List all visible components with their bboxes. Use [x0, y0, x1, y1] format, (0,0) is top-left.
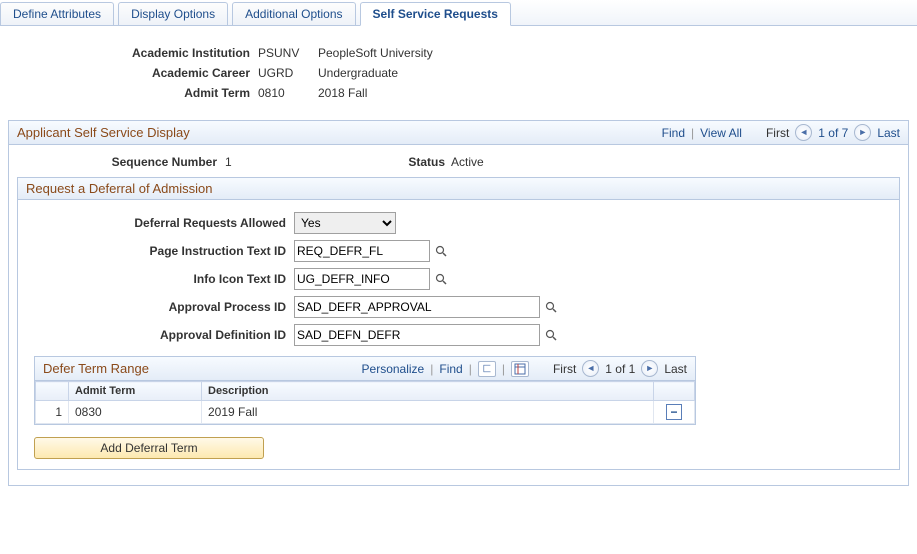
row-counter[interactable]: 1 of 7	[818, 126, 848, 140]
approval-process-input[interactable]	[294, 296, 540, 318]
grid-prev-arrow-icon[interactable]: ◄	[582, 360, 599, 377]
defer-term-table: Admit Term Description 1 0830 2019 Fall …	[35, 381, 695, 424]
approval-process-label: Approval Process ID	[26, 300, 294, 314]
status-label: Status	[385, 155, 451, 169]
grid-title: Defer Term Range	[43, 361, 149, 376]
lookup-icon[interactable]	[434, 272, 448, 286]
tab-define-attributes[interactable]: Define Attributes	[0, 2, 114, 25]
lookup-icon[interactable]	[544, 328, 558, 342]
approval-definition-label: Approval Definition ID	[26, 328, 294, 342]
grid-personalize-link[interactable]: Personalize	[362, 362, 425, 376]
admit-term-label: Admit Term	[10, 86, 258, 100]
last-link[interactable]: Last	[877, 126, 900, 140]
deferral-section-title: Request a Deferral of Admission	[17, 177, 900, 200]
tab-additional-options[interactable]: Additional Options	[232, 2, 355, 25]
download-icon[interactable]	[511, 361, 529, 377]
section-nav: Find | View All First ◄ 1 of 7 ► Last	[662, 124, 900, 141]
status-value: Active	[451, 155, 484, 169]
add-deferral-term-button[interactable]: Add Deferral Term	[34, 437, 264, 459]
find-link[interactable]: Find	[662, 126, 685, 140]
col-admit-term[interactable]: Admit Term	[69, 382, 202, 401]
view-all-link[interactable]: View All	[700, 126, 742, 140]
career-name: Undergraduate	[318, 66, 398, 80]
lookup-icon[interactable]	[544, 300, 558, 314]
admit-term-name: 2018 Fall	[318, 86, 367, 100]
col-description[interactable]: Description	[202, 382, 654, 401]
section-body: Sequence Number 1 Status Active Request …	[8, 145, 909, 486]
deferral-form: Deferral Requests Allowed Yes Page Instr…	[17, 200, 900, 470]
info-icon-label: Info Icon Text ID	[26, 272, 294, 286]
grid-last: Last	[664, 362, 687, 376]
approval-definition-input[interactable]	[294, 324, 540, 346]
section-title: Applicant Self Service Display	[17, 125, 190, 140]
tab-display-options[interactable]: Display Options	[118, 2, 228, 25]
page-instruction-label: Page Instruction Text ID	[26, 244, 294, 258]
institution-name: PeopleSoft University	[318, 46, 433, 60]
delete-row-icon[interactable]: −	[666, 404, 682, 420]
info-icon-input[interactable]	[294, 268, 430, 290]
grid-next-arrow-icon[interactable]: ►	[641, 360, 658, 377]
section-header: Applicant Self Service Display Find | Vi…	[8, 120, 909, 145]
career-label: Academic Career	[10, 66, 258, 80]
grid-find-link[interactable]: Find	[439, 362, 462, 376]
row-number: 1	[36, 401, 69, 424]
admit-term-code: 0810	[258, 86, 318, 100]
row-admit-term: 0830	[69, 401, 202, 424]
sequence-number-label: Sequence Number	[17, 155, 225, 169]
page-instruction-input[interactable]	[294, 240, 430, 262]
prev-arrow-icon[interactable]: ◄	[795, 124, 812, 141]
context-header: Academic Institution PSUNV PeopleSoft Un…	[0, 26, 917, 116]
institution-code: PSUNV	[258, 46, 318, 60]
first-label: First	[766, 126, 789, 140]
defer-term-grid: Defer Term Range Personalize | Find | ⼕ …	[34, 356, 696, 425]
deferral-allowed-label: Deferral Requests Allowed	[26, 216, 294, 230]
tab-bar: Define Attributes Display Options Additi…	[0, 0, 917, 26]
row-description: 2019 Fall	[202, 401, 654, 424]
career-code: UGRD	[258, 66, 318, 80]
table-row: 1 0830 2019 Fall −	[36, 401, 695, 424]
sequence-number-value: 1	[225, 155, 385, 169]
institution-label: Academic Institution	[10, 46, 258, 60]
tab-self-service-requests[interactable]: Self Service Requests	[360, 2, 511, 26]
next-arrow-icon[interactable]: ►	[854, 124, 871, 141]
grid-first: First	[553, 362, 576, 376]
lookup-icon[interactable]	[434, 244, 448, 258]
grid-counter: 1 of 1	[605, 362, 635, 376]
deferral-allowed-select[interactable]: Yes	[294, 212, 396, 234]
zoom-icon[interactable]: ⼕	[478, 361, 496, 377]
